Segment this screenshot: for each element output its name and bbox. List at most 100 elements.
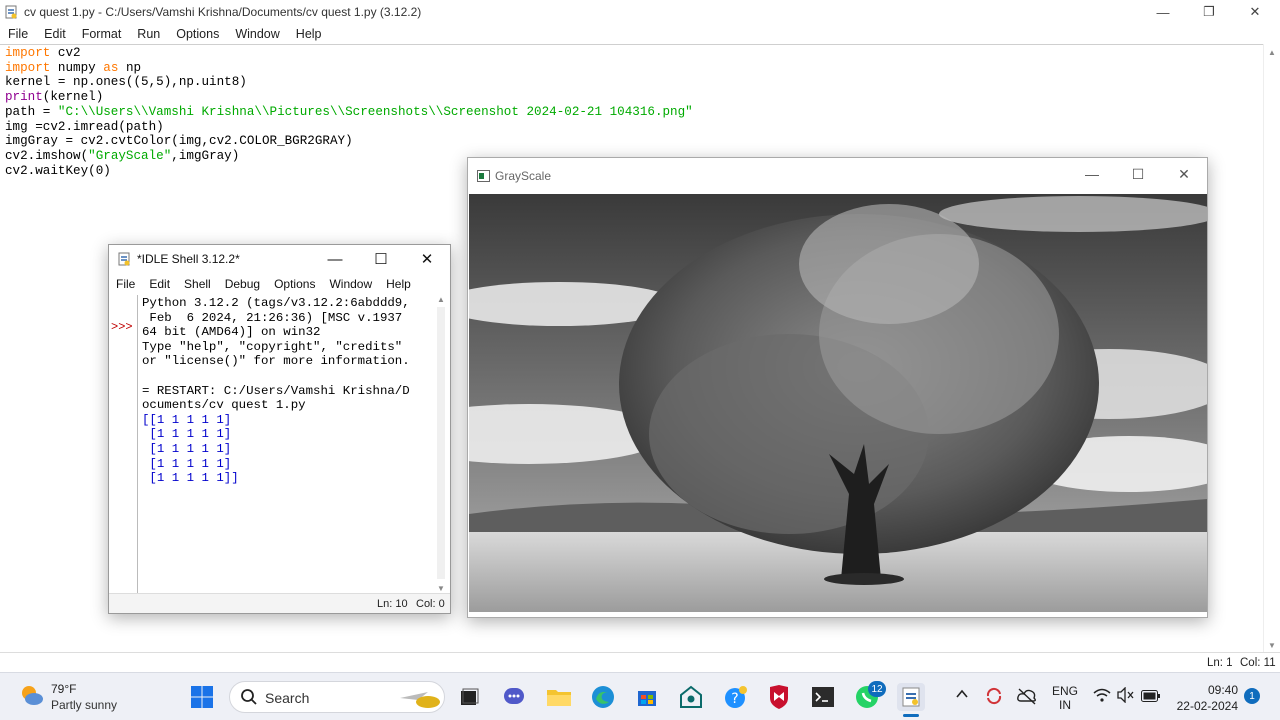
shell-output-line: [1 1 1 1 1]: [142, 427, 232, 442]
start-windows-icon[interactable]: [188, 683, 216, 711]
minimize-button[interactable]: —: [1140, 0, 1186, 24]
weather-sun-icon[interactable]: [18, 682, 44, 713]
scroll-down-icon[interactable]: ▼: [1268, 641, 1276, 650]
code-token: import: [5, 46, 51, 60]
shell-menu-shell[interactable]: Shell: [177, 277, 218, 291]
restore-button[interactable]: ❐: [1186, 0, 1232, 24]
shell-output[interactable]: Python 3.12.2 (tags/v3.12.2:6abddd9, Feb…: [142, 296, 432, 486]
terminal-icon[interactable]: [809, 683, 837, 711]
editor-status-bar: Ln: 1 Col: 11: [0, 652, 1280, 672]
close-button[interactable]: ✕: [1232, 0, 1278, 24]
microsoft-store-icon[interactable]: [633, 683, 661, 711]
sync-icon[interactable]: [984, 686, 1004, 711]
code-line[interactable]: print(kernel): [5, 90, 1263, 105]
grayscale-close-button[interactable]: ✕: [1161, 158, 1207, 190]
code-token: cv2.imshow(: [5, 148, 89, 163]
volume-muted-icon[interactable]: [1117, 686, 1135, 708]
menu-help[interactable]: Help: [288, 27, 330, 41]
shell-close-button[interactable]: ✕: [404, 245, 450, 273]
language-bottom[interactable]: IN: [1052, 698, 1078, 712]
shell-prompt-gutter: [109, 295, 138, 593]
active-app-indicator: [903, 714, 919, 717]
shell-output-line: 64 bit (AMD64)] on win32: [142, 325, 321, 340]
tips-help-icon[interactable]: ?: [722, 683, 750, 711]
menu-format[interactable]: Format: [74, 27, 130, 41]
notification-badge[interactable]: 1: [1244, 688, 1260, 704]
shell-minimize-button[interactable]: —: [312, 245, 358, 273]
teams-chat-icon[interactable]: [500, 683, 528, 711]
file-explorer-icon[interactable]: [545, 683, 573, 711]
clock-time[interactable]: 09:40: [1174, 682, 1238, 698]
shell-menu-help[interactable]: Help: [379, 277, 418, 291]
code-line[interactable]: img =cv2.imread(path): [5, 120, 1263, 135]
edge-browser-icon[interactable]: [589, 683, 617, 711]
search-icon: [240, 688, 258, 711]
weather-temp[interactable]: 79°F: [51, 682, 76, 696]
shell-scroll-down-icon[interactable]: ▼: [437, 584, 445, 593]
shell-output-line: [[1 1 1 1 1]: [142, 412, 232, 427]
menu-edit[interactable]: Edit: [36, 27, 74, 41]
editor-window-controls: — ❐ ✕: [1140, 0, 1278, 24]
task-view-icon[interactable]: [455, 683, 483, 711]
code-line[interactable]: import numpy as np: [5, 61, 1263, 76]
clock-date[interactable]: 22-02-2024: [1174, 698, 1238, 714]
code-token: cv2.waitKey(0): [5, 163, 111, 178]
weather-desc[interactable]: Partly sunny: [51, 698, 117, 712]
shell-scroll-up-icon[interactable]: ▲: [437, 295, 445, 304]
menu-options[interactable]: Options: [168, 27, 227, 41]
code-token: numpy: [50, 60, 104, 75]
shell-menu-bar: File Edit Shell Debug Options Window Hel…: [109, 273, 450, 295]
editor-title: cv quest 1.py - C:/Users/Vamshi Krishna/…: [24, 5, 422, 19]
shell-status-bar: Ln: 10 Col: 0: [109, 593, 450, 613]
shell-maximize-button[interactable]: ☐: [358, 245, 404, 273]
shell-output-line: [142, 369, 432, 384]
shell-output-line: or "license()" for more information.: [142, 354, 410, 369]
menu-file[interactable]: File: [0, 27, 36, 41]
shell-menu-file[interactable]: File: [109, 277, 142, 291]
editor-menu-bar: File Edit Format Run Options Window Help: [0, 24, 1280, 44]
shell-output-line: Python 3.12.2 (tags/v3.12.2:6abddd9,: [142, 296, 410, 310]
shell-output-line: = RESTART: C:/Users/Vamshi Krishna/D: [142, 383, 410, 398]
shell-menu-options[interactable]: Options: [267, 277, 322, 291]
cloud-offline-icon[interactable]: [1016, 686, 1038, 711]
shell-menu-window[interactable]: Window: [322, 277, 379, 291]
grayscale-minimize-button[interactable]: —: [1069, 158, 1115, 190]
code-token: cv2: [50, 46, 81, 60]
grayscale-tree-image: [469, 194, 1207, 612]
code-line[interactable]: imgGray = cv2.cvtColor(img,cv2.COLOR_BGR…: [5, 134, 1263, 149]
battery-icon[interactable]: [1141, 689, 1161, 707]
code-token: (kernel): [42, 90, 104, 105]
tray-overflow-chevron-icon[interactable]: [955, 687, 969, 706]
python-shell-icon: [117, 252, 131, 266]
scroll-up-icon[interactable]: ▲: [1268, 48, 1276, 57]
code-token: "C:\\Users\\Vamshi Krishna\\Pictures\\Sc…: [57, 104, 693, 119]
python-file-icon: [4, 5, 18, 19]
shell-scrollbar[interactable]: ▲ ▼: [434, 295, 448, 593]
shell-output-line: [1 1 1 1 1]: [142, 456, 232, 471]
idle-shell-window: *IDLE Shell 3.12.2* — ☐ ✕ File Edit Shel…: [108, 244, 451, 614]
shell-menu-debug[interactable]: Debug: [218, 277, 267, 291]
menu-run[interactable]: Run: [129, 27, 168, 41]
python-idle-taskbar-icon[interactable]: [897, 683, 925, 711]
shell-menu-edit[interactable]: Edit: [142, 277, 177, 291]
wifi-icon[interactable]: [1093, 687, 1111, 708]
code-token: imgGray = cv2.cvtColor(img,cv2.COLOR_BGR…: [5, 134, 353, 149]
taskbar: 79°F Partly sunny Search ? 12 ENG IN 09:…: [0, 672, 1280, 720]
shell-output-line: Type "help", "copyright", "credits": [142, 339, 403, 354]
editor-scrollbar[interactable]: ▲ ▼: [1263, 44, 1280, 652]
home-app-icon[interactable]: [677, 683, 705, 711]
menu-window[interactable]: Window: [227, 27, 287, 41]
code-line[interactable]: path = "C:\\Users\\Vamshi Krishna\\Pictu…: [5, 105, 1263, 120]
code-line[interactable]: kernel = np.ones((5,5),np.uint8): [5, 75, 1263, 90]
taskbar-search-box[interactable]: Search: [229, 681, 445, 713]
grayscale-maximize-button[interactable]: ☐: [1115, 158, 1161, 190]
code-token: print: [5, 90, 43, 105]
shell-output-line: Feb 6 2024, 21:26:36) [MSC v.1937: [142, 310, 403, 325]
mcafee-icon[interactable]: [765, 683, 793, 711]
language-top[interactable]: ENG: [1052, 684, 1078, 698]
shell-output-line: [1 1 1 1 1]: [142, 441, 232, 456]
shell-scroll-thumb[interactable]: [437, 307, 445, 579]
code-line[interactable]: import cv2: [5, 46, 1263, 61]
editor-title-bar: cv quest 1.py - C:/Users/Vamshi Krishna/…: [0, 0, 1280, 24]
code-token: import: [5, 60, 51, 75]
